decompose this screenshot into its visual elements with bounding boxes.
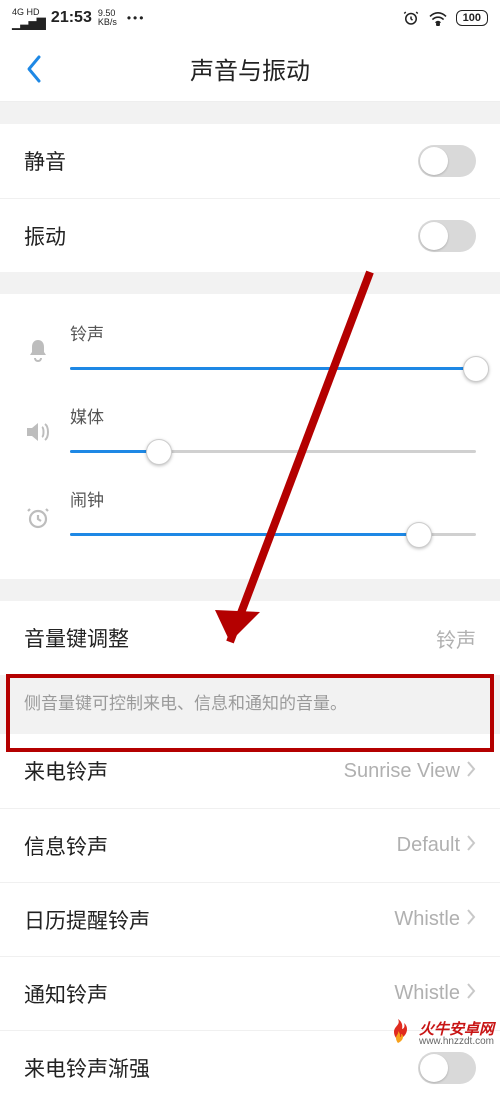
mute-label: 静音: [24, 146, 66, 176]
toggle-group: 静音 振动: [0, 124, 500, 272]
signal-icon: 4G HD ▁▃▅▇: [12, 8, 45, 29]
battery-status: 100: [456, 10, 488, 26]
row-value: Sunrise View: [344, 760, 460, 783]
status-time: 21:53: [51, 9, 92, 27]
bell-icon: [24, 338, 52, 364]
row-label: 来电铃声渐强: [24, 1053, 150, 1083]
volume-sliders-group: 铃声 媒体 闹钟: [0, 294, 500, 579]
volume-key-value: 铃声: [436, 624, 476, 653]
row-value: Whistle: [394, 982, 460, 1005]
alarm-icon: [24, 504, 52, 530]
slider-ringtone: 铃声: [24, 306, 476, 389]
volume-key-desc: 侧音量键可控制来电、信息和通知的音量。: [0, 675, 500, 734]
row-value: Whistle: [394, 908, 460, 931]
slider-label: 媒体: [70, 403, 476, 428]
ringtone-slider[interactable]: [70, 355, 476, 383]
mute-toggle[interactable]: [418, 145, 476, 177]
vibrate-label: 振动: [24, 221, 66, 251]
status-more-icon: •••: [127, 11, 146, 25]
page-title: 声音与振动: [190, 51, 310, 86]
chevron-left-icon: [25, 54, 43, 84]
row-label: 日历提醒铃声: [24, 905, 150, 935]
chevron-right-icon: [466, 760, 476, 783]
chevron-right-icon: [466, 982, 476, 1005]
row-call-ringtone[interactable]: 来电铃声 Sunrise View: [0, 734, 500, 808]
status-bar: 4G HD ▁▃▅▇ 21:53 9.50KB/s ••• 100: [0, 0, 500, 36]
slider-media: 媒体: [24, 389, 476, 472]
row-label: 通知铃声: [24, 979, 108, 1009]
row-label: 信息铃声: [24, 831, 108, 861]
slider-alarm: 闹钟: [24, 472, 476, 555]
slider-label: 闹钟: [70, 486, 476, 511]
row-label: 来电铃声: [24, 756, 108, 786]
status-speed: 9.50KB/s: [98, 9, 117, 27]
watermark-url: www.hnzzdt.com: [419, 1037, 494, 1047]
fadein-toggle[interactable]: [418, 1052, 476, 1084]
speaker-icon: [24, 421, 52, 443]
watermark-name: 火牛安卓网: [419, 1022, 494, 1037]
slider-label: 铃声: [70, 320, 476, 345]
alarm-status-icon: [402, 9, 420, 27]
media-slider[interactable]: [70, 438, 476, 466]
row-mute[interactable]: 静音: [0, 124, 500, 198]
volume-key-label: 音量键调整: [24, 623, 129, 653]
row-message-ringtone[interactable]: 信息铃声 Default: [0, 808, 500, 882]
alarm-slider[interactable]: [70, 521, 476, 549]
wifi-status-icon: [428, 10, 448, 26]
vibrate-toggle[interactable]: [418, 220, 476, 252]
page-header: 声音与振动: [0, 36, 500, 102]
watermark: 火牛安卓网 www.hnzzdt.com: [383, 1017, 494, 1051]
row-vibrate[interactable]: 振动: [0, 198, 500, 272]
flame-icon: [383, 1017, 413, 1051]
chevron-right-icon: [466, 834, 476, 857]
row-value: Default: [397, 834, 460, 857]
row-calendar-ringtone[interactable]: 日历提醒铃声 Whistle: [0, 882, 500, 956]
row-volume-key[interactable]: 音量键调整 铃声: [0, 601, 500, 675]
chevron-right-icon: [466, 908, 476, 931]
back-button[interactable]: [10, 36, 58, 101]
